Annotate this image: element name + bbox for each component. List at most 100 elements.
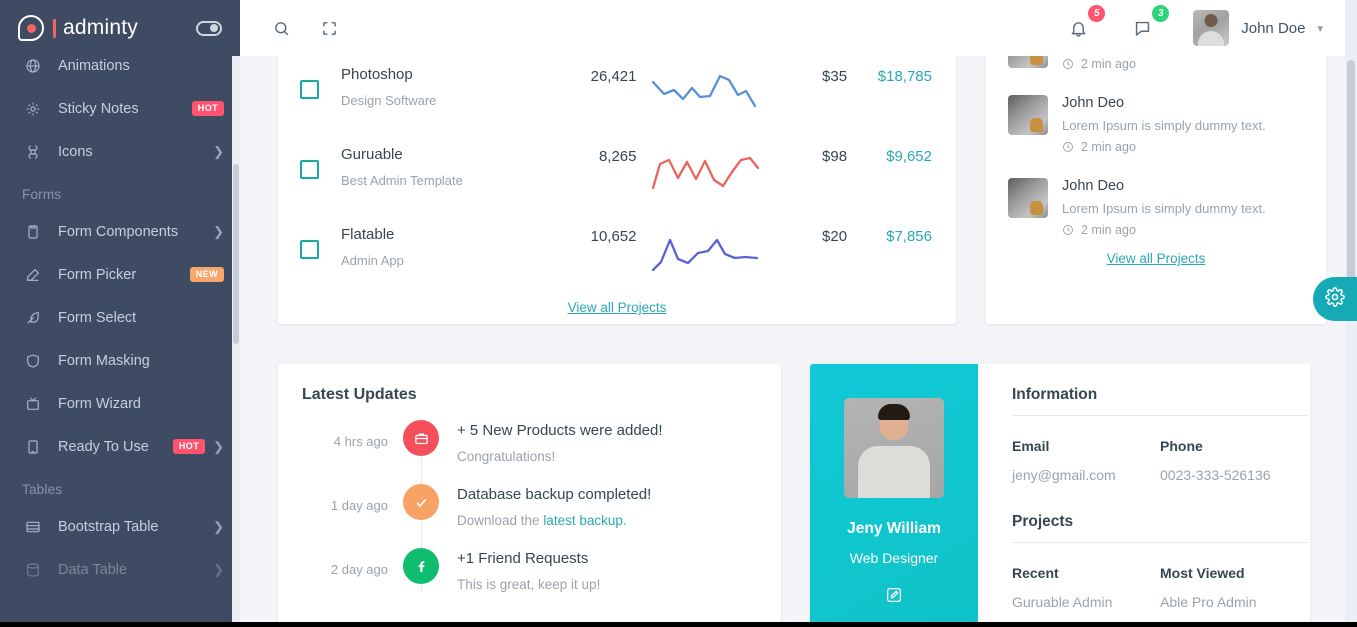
projects-fields: Recent Guruable Admin Most Viewed Able P…: [1012, 565, 1308, 610]
settings-gear-button[interactable]: [1313, 277, 1357, 321]
latest-updates-card: Latest Updates 4 hrs ago + 5 New Product…: [278, 364, 781, 627]
phone-label: Phone: [1160, 438, 1203, 454]
most-viewed-label: Most Viewed: [1160, 565, 1245, 581]
sidebar-item-data-table[interactable]: Data Table ❯: [0, 548, 240, 591]
timeline-time: 1 day ago: [330, 498, 388, 513]
project-price: $98: [822, 148, 848, 165]
project-count: 26,421: [590, 68, 637, 85]
sidebar-item-label: Animations: [58, 57, 130, 74]
bell-icon[interactable]: 5: [1059, 5, 1106, 47]
sparkline-chart: [637, 226, 776, 274]
fullscreen-icon[interactable]: [310, 9, 348, 47]
list-item[interactable]: John Deo Lorem Ipsum is simply dummy tex…: [1008, 164, 1304, 247]
gear-icon: [1325, 286, 1345, 312]
timeline-subtext: Congratulations!: [457, 449, 556, 464]
sidebar-item-form-picker[interactable]: Form Picker NEW: [0, 253, 240, 296]
sidebar-item-bootstrap-table[interactable]: Bootstrap Table ❯: [0, 505, 240, 548]
sidebar-item-form-masking[interactable]: Form Masking: [0, 339, 240, 382]
user-message: Lorem Ipsum is simply dummy text.: [1062, 118, 1266, 133]
information-section-title: Information: [1012, 386, 1308, 416]
timeline-item[interactable]: 4 hrs ago + 5 New Products were added! C…: [302, 420, 757, 464]
view-all-projects-link[interactable]: View all Projects: [1008, 251, 1304, 266]
clock-icon: [1063, 59, 1073, 69]
avatar[interactable]: [1193, 10, 1230, 46]
avatar: [1008, 95, 1048, 135]
recent-value: Guruable Admin: [1012, 594, 1113, 610]
timeline-time: 2 day ago: [330, 562, 388, 577]
bell-badge-count: 5: [1088, 5, 1106, 22]
message-icon[interactable]: 3: [1123, 5, 1170, 47]
shield-icon: [22, 353, 44, 369]
sidebar-item-label: Form Wizard: [58, 395, 141, 412]
sidebar-scrollbar[interactable]: [232, 44, 240, 627]
sidebar-scrollbar-thumb[interactable]: [233, 164, 239, 344]
check-icon: [403, 484, 439, 520]
sidebar-item-icons[interactable]: Icons ❯: [0, 130, 240, 173]
sidebar-item-ready-to-use[interactable]: Ready To Use HOT ❯: [0, 425, 240, 468]
user-message: Lorem Ipsum is simply dummy text.: [1062, 201, 1266, 216]
recent-project-group: Recent Guruable Admin: [1012, 565, 1160, 610]
avatar: [1008, 56, 1048, 68]
row-checkbox[interactable]: [300, 240, 319, 259]
timeline-item[interactable]: 2 day ago +1 Friend Requests This is gre…: [302, 548, 757, 592]
sidebar-section-tables: Tables: [22, 482, 63, 497]
message-badge-count: 3: [1152, 5, 1170, 22]
user-name[interactable]: John Doe: [1241, 20, 1305, 37]
project-total: $18,785: [877, 68, 932, 85]
chevron-right-icon: ❯: [213, 143, 224, 159]
feather-icon: [22, 310, 44, 326]
header-right-group: 5 3 John Doe ▾: [1059, 5, 1323, 47]
sparkline-chart: [637, 66, 776, 114]
user-name: John Deo: [1062, 178, 1125, 194]
view-all-projects-link[interactable]: View all Projects: [278, 300, 956, 315]
chevron-down-icon[interactable]: ▾: [1317, 22, 1323, 35]
sidebar-item-form-components[interactable]: Form Components ❯: [0, 210, 240, 253]
email-label: Email: [1012, 438, 1050, 454]
database-icon: [22, 562, 44, 578]
project-total: $9,652: [886, 148, 932, 165]
timeline-body: Database backup completed! Download the …: [457, 484, 651, 528]
card-title: Latest Updates: [302, 386, 417, 403]
row-checkbox[interactable]: [300, 80, 319, 99]
projects-card: Photoshop Design Software 26,421 $35 $18…: [278, 56, 956, 324]
sidebar-item-sticky-notes[interactable]: Sticky Notes HOT: [0, 87, 240, 130]
project-name: Guruable: [341, 146, 403, 163]
most-viewed-value: Able Pro Admin: [1160, 594, 1257, 610]
sidebar-item-form-wizard[interactable]: Form Wizard: [0, 382, 240, 425]
sidebar-collapse-toggle-icon[interactable]: [196, 20, 222, 36]
row-checkbox[interactable]: [300, 160, 319, 179]
list-item[interactable]: John Deo Lorem Ipsum is simply dummy tex…: [1008, 81, 1304, 164]
brand-name: adminty: [63, 16, 138, 39]
timeline-item[interactable]: 1 day ago Database backup completed! Dow…: [302, 484, 757, 528]
timeline-heading: +1 Friend Requests: [457, 550, 589, 567]
top-header-bar: 5 3 John Doe ▾: [240, 0, 1345, 56]
project-price: $35: [822, 68, 848, 85]
tv-icon: [22, 396, 44, 412]
sidebar-item-form-select[interactable]: Form Select: [0, 296, 240, 339]
main-content: Photoshop Design Software 26,421 $35 $18…: [240, 56, 1345, 627]
table-row[interactable]: Photoshop Design Software 26,421 $35 $18…: [278, 56, 956, 130]
sidebar-item-label: Form Select: [58, 309, 137, 326]
sidebar-item-label: Bootstrap Table: [58, 518, 159, 535]
briefcase-icon: [403, 420, 439, 456]
list-item-body: Lorem Ipsum is simply dummy text. 2 min …: [1062, 56, 1266, 71]
animation-icon: [22, 58, 44, 74]
project-subtitle: Admin App: [341, 253, 404, 268]
email-value: jeny@gmail.com: [1012, 467, 1116, 483]
project-total: $7,856: [886, 228, 932, 245]
sidebar-item-label: Form Masking: [58, 352, 150, 369]
user-timestamp: 2 min ago: [1062, 57, 1266, 71]
list-item[interactable]: Lorem Ipsum is simply dummy text. 2 min …: [1008, 56, 1304, 81]
table-row[interactable]: Guruable Best Admin Template 8,265 $98 $…: [278, 130, 956, 210]
latest-backup-link[interactable]: latest backup.: [543, 513, 626, 528]
facebook-icon: [403, 548, 439, 584]
timeline-subtext: Download the latest backup.: [457, 513, 627, 528]
table-row[interactable]: Flatable Admin App 10,652 $20 $7,856: [278, 210, 956, 290]
edit-icon[interactable]: [810, 586, 978, 609]
search-icon[interactable]: [262, 9, 300, 47]
sidebar-item-label: Form Picker: [58, 266, 137, 283]
book-icon: [22, 439, 44, 455]
project-subtitle: Design Software: [341, 93, 437, 108]
profile-details-panel: Information Email jeny@gmail.com Phone 0…: [978, 364, 1310, 627]
information-fields: Email jeny@gmail.com Phone 0023-333-5261…: [1012, 438, 1308, 483]
